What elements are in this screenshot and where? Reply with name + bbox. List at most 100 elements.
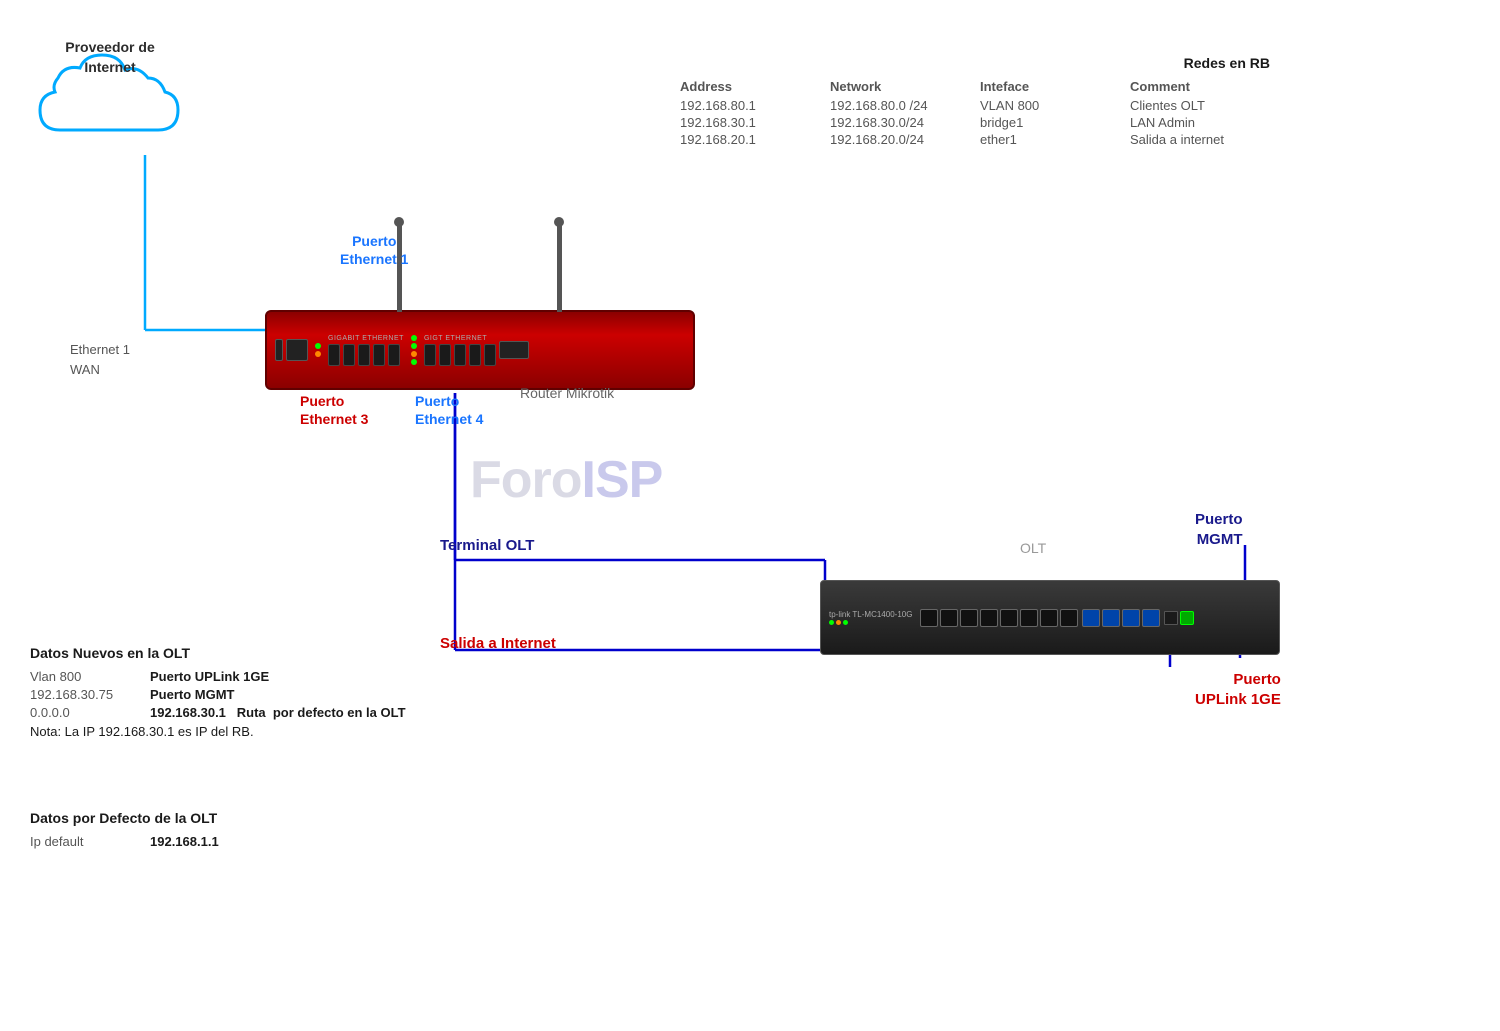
olt-pon7 [1040,609,1058,627]
olt-pon5 [1000,609,1018,627]
port-eth4-label: Puerto Ethernet 4 [415,392,483,428]
olt-led1 [829,620,834,625]
table-header-network: Network [830,79,980,94]
router-port-eth9 [469,344,481,366]
router-antenna-ball-left [394,217,404,227]
terminal-olt-text: Terminal OLT [440,537,534,554]
olt-led2 [836,620,841,625]
table-header-interface: Inteface [980,79,1130,94]
router-port-eth2 [343,344,355,366]
wan-text-line1: Ethernet 1 [70,340,130,360]
olt-device: tp-link TL-MC1400-10G [820,580,1280,655]
router-led2 [315,351,321,357]
network-table-title: Redes en RB [680,55,1270,71]
olt-front-panel: tp-link TL-MC1400-10G [829,609,1271,627]
olt-rj45-ports [1164,611,1194,625]
olt-sfp1 [1082,609,1100,627]
olt-sfp-ports [1082,609,1160,627]
port-eth4-text2: Ethernet 4 [415,410,483,428]
router-led6 [411,359,417,365]
datos-defecto-row1: Ip default 192.168.1.1 [30,834,410,849]
olt-sfp3 [1122,609,1140,627]
router-led-group2 [411,335,417,365]
network-table-headers: Address Network Inteface Comment [680,79,1330,94]
table-header-comment: Comment [1130,79,1280,94]
olt-label: OLT [1020,540,1046,556]
olt-rj45-mgmt [1164,611,1178,625]
router-front-panel: GIGABIT ETHERNET GIGT ETHERNET [275,335,685,366]
router-label-text: Router Mikrotik [520,385,614,401]
datos-defecto-title: Datos por Defecto de la OLT [30,810,410,826]
port-eth1-text1: Puerto [340,232,408,250]
table-row-2: 192.168.30.1 192.168.30.0/24 bridge1 LAN… [680,115,1330,130]
router-screen [499,341,529,359]
port-uplink-text2: UPLink 1GE [1195,690,1281,710]
cell-iface-3: ether1 [980,132,1130,147]
cell-addr-3: 192.168.20.1 [680,132,830,147]
router-port-eth1 [328,344,340,366]
port-eth3-text2: Ethernet 3 [300,410,368,428]
network-table: Redes en RB Address Network Inteface Com… [680,55,1330,149]
cloud-label: Proveedor de Internet [30,38,190,77]
router-sfp-port [286,339,308,361]
router-label: Router Mikrotik [520,385,614,401]
port-mgmt-text1: Puerto [1195,510,1243,530]
port-mgmt-text2: MGMT [1195,530,1243,550]
foroisp-watermark: ForoISP [470,450,662,510]
datos-nuevos-row2: 192.168.30.75 Puerto MGMT [30,687,410,702]
diagram-container: Proveedor de Internet Ethernet 1 WAN GIG… [0,0,1500,1031]
terminal-olt-label: Terminal OLT [440,537,534,554]
router-port-eth10 [484,344,496,366]
router-antenna-ball-right [554,217,564,227]
cell-comment-1: Clientes OLT [1130,98,1280,113]
router-led-group1 [315,343,321,357]
port-eth1-text2: Ethernet 1 [340,250,408,268]
cell-addr-2: 192.168.30.1 [680,115,830,130]
router-led4 [411,343,417,349]
router-led1 [315,343,321,349]
cell-net-3: 192.168.20.0/24 [830,132,980,147]
port-uplink-text1: Puerto [1195,670,1281,690]
router-port-eth6 [424,344,436,366]
datos-defecto-section: Datos por Defecto de la OLT Ip default 1… [30,810,410,852]
table-row-1: 192.168.80.1 192.168.80.0 /24 VLAN 800 C… [680,98,1330,113]
port-eth4-text1: Puerto [415,392,483,410]
datos-nuevos-row3: 0.0.0.0 192.168.30.1 Ruta por defecto en… [30,705,410,720]
datos-nuevos-title: Datos Nuevos en la OLT [30,645,410,661]
olt-led-indicators [829,620,912,625]
cell-iface-1: VLAN 800 [980,98,1130,113]
olt-sfp4 [1142,609,1160,627]
foroisp-text-foro: Foro [470,451,582,509]
olt-pon8 [1060,609,1078,627]
cell-net-2: 192.168.30.0/24 [830,115,980,130]
router-power-port [275,339,283,361]
port-eth3-label: Puerto Ethernet 3 [300,392,368,428]
eth1-wan-label: Ethernet 1 WAN [70,340,130,379]
wan-text-line2: WAN [70,360,130,380]
router-port-group2 [424,344,496,366]
port-uplink-label: Puerto UPLink 1GE [1195,670,1281,709]
foroisp-text-isp: ISP [582,451,663,509]
cloud-text-line1: Proveedor de [65,39,154,55]
olt-sfp2 [1102,609,1120,627]
port-eth3-text1: Puerto [300,392,368,410]
router-gigabit-label2: GIGT ETHERNET [424,335,496,342]
port-eth1-label: Puerto Ethernet 1 [340,232,408,268]
router-port-group1 [328,344,404,366]
router-led5 [411,351,417,357]
cell-comment-2: LAN Admin [1130,115,1280,130]
router-port-eth4 [373,344,385,366]
olt-pon1 [920,609,938,627]
olt-console-port [1180,611,1194,625]
olt-pon6 [1020,609,1038,627]
cell-addr-1: 192.168.80.1 [680,98,830,113]
olt-label-text: OLT [1020,540,1046,556]
table-header-address: Address [680,79,830,94]
cell-iface-2: bridge1 [980,115,1130,130]
router-device: GIGABIT ETHERNET GIGT ETHERNET [265,310,695,390]
olt-pon-ports [920,609,1078,627]
salida-internet-text: Salida a Internet [440,635,556,652]
port-mgmt-label: Puerto MGMT [1195,510,1243,549]
cell-net-1: 192.168.80.0 /24 [830,98,980,113]
router-antenna-right [557,222,562,312]
